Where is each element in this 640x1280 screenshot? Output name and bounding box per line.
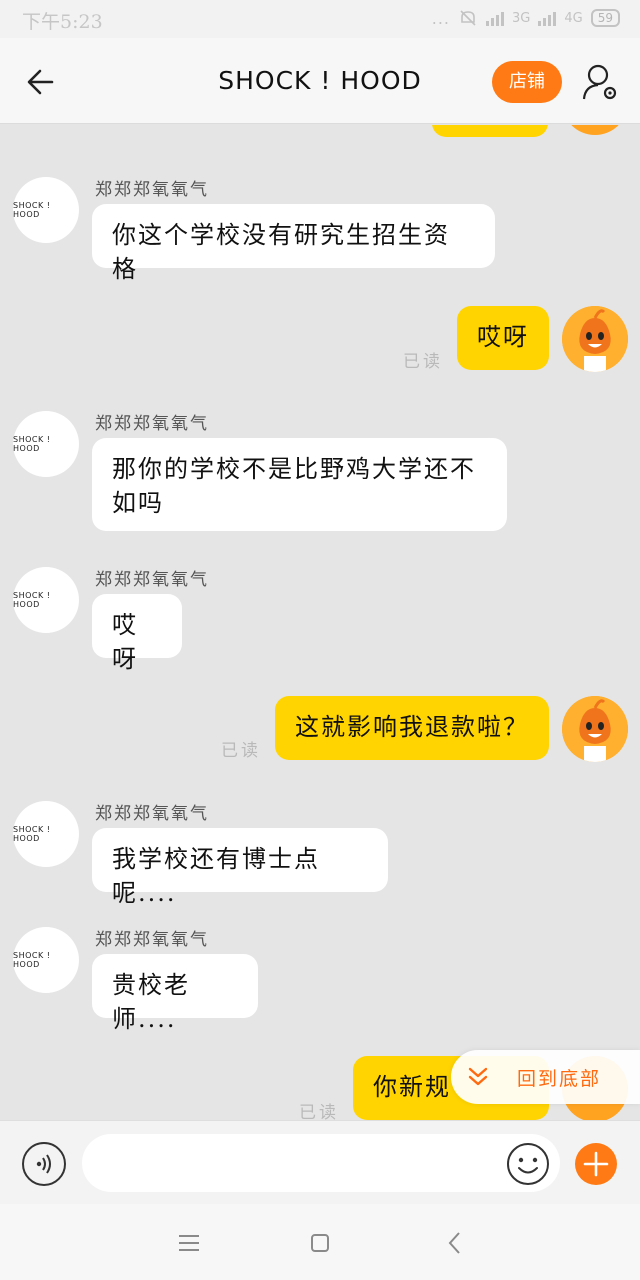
more-actions-button[interactable] <box>575 1143 617 1185</box>
shop-button[interactable]: 店铺 <box>492 61 562 103</box>
my-avatar[interactable] <box>562 696 628 762</box>
sender-name: 郑郑郑氧氧气 <box>95 570 209 590</box>
status-indicators: ... 3G 4G 59 <box>432 8 620 28</box>
sender-name: 郑郑郑氧氧气 <box>95 414 209 434</box>
voice-button[interactable] <box>22 1142 66 1186</box>
my-avatar[interactable] <box>562 306 628 372</box>
system-nav-bar <box>0 1204 640 1280</box>
signal-icon <box>486 10 504 26</box>
message-bubble[interactable]: 我学校还有博士点呢.... <box>92 828 388 907</box>
sender-name: 郑郑郑氧氧气 <box>95 930 209 950</box>
emoji-button[interactable] <box>506 1142 550 1186</box>
read-status: 已读 <box>221 741 261 761</box>
nav-home-button[interactable] <box>305 1228 335 1258</box>
chat-area[interactable]: SHOCK ! HOOD 郑郑郑氧氧气 你这个学校没有研究生招生资格 哎呀 已读… <box>0 125 640 1120</box>
message-bubble[interactable]: 哎呀 <box>92 594 182 673</box>
user-settings-icon <box>582 64 617 100</box>
message-bubble[interactable]: 你这个学校没有研究生招生资格 <box>92 204 495 283</box>
message-bubble[interactable]: 这就影响我退款啦？ <box>275 696 549 760</box>
scroll-to-bottom-label: 回到底部 <box>517 1068 602 1090</box>
double-chevron-down-icon <box>468 1067 488 1086</box>
smiley-icon <box>507 1143 549 1185</box>
message-bubble[interactable]: 贵校老师.... <box>92 954 258 1033</box>
signal-icon-2 <box>538 10 557 26</box>
message-line: 那你的学校不是比野鸡大学还不 <box>112 455 476 483</box>
plus-icon <box>583 1151 609 1177</box>
message-bubble[interactable]: 那你的学校不是比野鸡大学还不 如吗 <box>92 438 507 531</box>
voice-icon <box>36 1154 51 1174</box>
my-avatar-partial <box>562 125 628 135</box>
mute-bell-icon <box>460 10 476 26</box>
shop-avatar[interactable]: SHOCK ! HOOD <box>13 801 79 867</box>
status-dots: ... <box>431 8 450 28</box>
nav-back-button[interactable] <box>440 1228 470 1258</box>
read-status: 已读 <box>299 1103 339 1120</box>
menu-icon <box>179 1235 199 1251</box>
mascot-avatar-icon <box>562 696 628 762</box>
mascot-avatar-icon <box>562 306 628 372</box>
shop-avatar[interactable]: SHOCK ! HOOD <box>13 927 79 993</box>
square-icon <box>311 1234 329 1252</box>
message-bubble-partial[interactable] <box>432 125 548 137</box>
message-bubble[interactable]: 哎呀 <box>457 306 549 370</box>
chevron-left-icon <box>448 1232 460 1254</box>
input-bar <box>0 1120 640 1204</box>
sender-name: 郑郑郑氧氧气 <box>95 180 209 200</box>
network-type-2: 4G <box>564 10 583 26</box>
profile-settings-button[interactable] <box>580 62 620 102</box>
network-type-1: 3G <box>512 10 531 26</box>
scroll-to-bottom-button[interactable]: 回到底部 <box>451 1050 640 1104</box>
shop-avatar[interactable]: SHOCK ! HOOD <box>13 567 79 633</box>
status-time: 下午5:23 <box>22 11 103 33</box>
shop-avatar[interactable]: SHOCK ! HOOD <box>13 177 79 243</box>
read-status: 已读 <box>403 352 443 372</box>
battery-level: 59 <box>590 9 620 27</box>
message-input[interactable] <box>82 1134 560 1192</box>
sender-name: 郑郑郑氧氧气 <box>95 804 209 824</box>
message-line: 如吗 <box>112 489 164 517</box>
chat-header: SHOCK ! HOOD 店铺 <box>0 38 640 124</box>
shop-avatar[interactable]: SHOCK ! HOOD <box>13 411 79 477</box>
nav-menu-button[interactable] <box>174 1228 204 1258</box>
status-bar: 下午5:23 ... 3G 4G 59 <box>0 0 640 38</box>
